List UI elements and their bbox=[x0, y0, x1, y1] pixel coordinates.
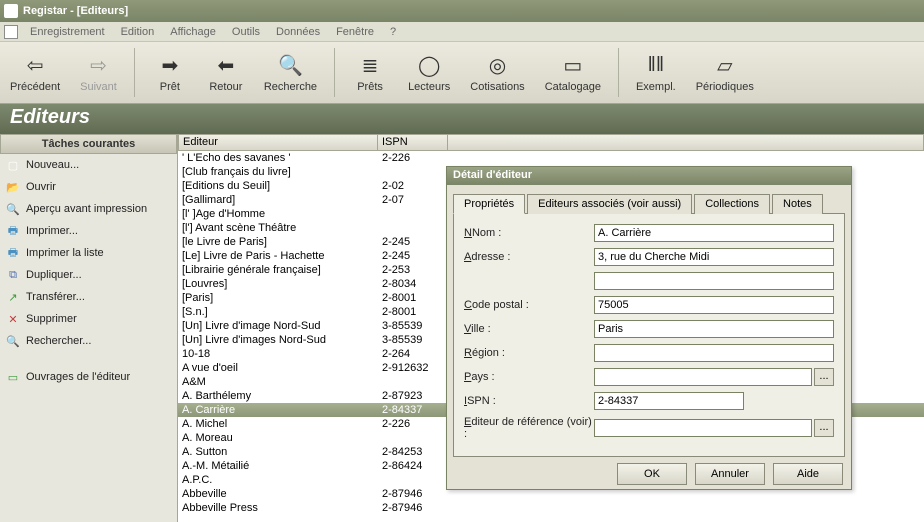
menu-données[interactable]: Données bbox=[268, 24, 328, 40]
sidebar-new-icon: ▢ bbox=[6, 158, 20, 172]
readers-button-icon: ◯ bbox=[416, 53, 442, 79]
ok-button[interactable]: OK bbox=[617, 463, 687, 485]
tab-notes[interactable]: Notes bbox=[772, 194, 823, 214]
search-button[interactable]: 🔍Recherche bbox=[254, 42, 327, 103]
copies-button-icon: ‖‖ bbox=[643, 53, 669, 79]
sidebar-header: Tâches courantes bbox=[0, 134, 177, 154]
sidebar-print-list[interactable]: 🖶Imprimer la liste bbox=[0, 242, 177, 264]
label-pays: Pays : bbox=[464, 371, 594, 383]
back-button-icon: ⇦ bbox=[22, 53, 48, 79]
sidebar-duplicate[interactable]: ⧉Dupliquer... bbox=[0, 264, 177, 286]
copies-button[interactable]: ‖‖Exempl. bbox=[626, 42, 686, 103]
dialog-title: Détail d'éditeur bbox=[447, 167, 851, 185]
menu-icon[interactable] bbox=[4, 25, 18, 39]
tab-associated[interactable]: Editeurs associés (voir aussi) bbox=[527, 194, 692, 214]
sidebar-open-icon: 📂 bbox=[6, 180, 20, 194]
tab-panel: NNom : Adresse : Code postal : Ville : bbox=[453, 213, 845, 457]
sidebar-delete[interactable]: ✕Supprimer bbox=[0, 308, 177, 330]
sidebar-works[interactable]: ▭Ouvrages de l'éditeur bbox=[0, 366, 177, 388]
menu-?[interactable]: ? bbox=[382, 24, 404, 40]
sidebar-print[interactable]: 🖶Imprimer... bbox=[0, 220, 177, 242]
main-grid: Editeur ISPN ' L'Echo des savanes '2-226… bbox=[178, 134, 924, 522]
sidebar-transfer-icon: ↗ bbox=[6, 290, 20, 304]
help-button[interactable]: Aide bbox=[773, 463, 843, 485]
input-pays[interactable] bbox=[594, 368, 812, 386]
table-row[interactable]: Abbeville Press2-87946 bbox=[178, 501, 924, 515]
title-bar: Registar - [Editeurs] bbox=[0, 0, 924, 22]
dues-button[interactable]: ◎Cotisations bbox=[460, 42, 534, 103]
sidebar-preview[interactable]: 🔍Aperçu avant impression bbox=[0, 198, 177, 220]
loans-button[interactable]: ≣Prêts bbox=[342, 42, 398, 103]
sidebar-open[interactable]: 📂Ouvrir bbox=[0, 176, 177, 198]
sidebar-search[interactable]: 🔍Rechercher... bbox=[0, 330, 177, 352]
periodicals-button-icon: ▱ bbox=[712, 53, 738, 79]
tab-collections[interactable]: Collections bbox=[694, 194, 770, 214]
menu-edition[interactable]: Edition bbox=[113, 24, 163, 40]
forward-button-icon: ⇨ bbox=[86, 53, 112, 79]
search-button-icon: 🔍 bbox=[277, 53, 303, 79]
sidebar-works-icon: ▭ bbox=[6, 370, 20, 384]
catalog-button-icon: ▭ bbox=[560, 53, 586, 79]
editor-detail-dialog: Détail d'éditeur Propriétés Editeurs ass… bbox=[446, 166, 852, 490]
input-nom[interactable] bbox=[594, 224, 834, 242]
toolbar: ⇦Précédent⇨Suivant ➡Prêt⬅Retour🔍Recherche… bbox=[0, 42, 924, 104]
sidebar-print-list-icon: 🖶 bbox=[6, 246, 20, 260]
label-ispn: ISPN : bbox=[464, 395, 594, 407]
back-button[interactable]: ⇦Précédent bbox=[0, 42, 70, 103]
loan-button[interactable]: ➡Prêt bbox=[142, 42, 198, 103]
loan-button-icon: ➡ bbox=[157, 53, 183, 79]
app-icon bbox=[4, 4, 18, 18]
menu-affichage[interactable]: Affichage bbox=[162, 24, 224, 40]
input-ref[interactable] bbox=[594, 419, 812, 437]
sidebar-new[interactable]: ▢Nouveau... bbox=[0, 154, 177, 176]
return-button-icon: ⬅ bbox=[213, 53, 239, 79]
col-blank bbox=[448, 134, 924, 151]
catalog-button[interactable]: ▭Catalogage bbox=[535, 42, 611, 103]
sidebar-transfer[interactable]: ↗Transférer... bbox=[0, 286, 177, 308]
sidebar-search-icon: 🔍 bbox=[6, 334, 20, 348]
sidebar-delete-icon: ✕ bbox=[6, 312, 20, 326]
table-row[interactable]: ' L'Echo des savanes '2-226 bbox=[178, 151, 924, 165]
readers-button[interactable]: ◯Lecteurs bbox=[398, 42, 460, 103]
label-cp: Code postal : bbox=[464, 299, 594, 311]
label-nom: NNom : bbox=[464, 227, 594, 239]
forward-button[interactable]: ⇨Suivant bbox=[70, 42, 127, 103]
browse-ref-button[interactable]: ... bbox=[814, 419, 834, 437]
grid-header: Editeur ISPN bbox=[178, 134, 924, 151]
cancel-button[interactable]: Annuler bbox=[695, 463, 765, 485]
window-title: Registar - [Editeurs] bbox=[23, 5, 128, 17]
label-ville: Ville : bbox=[464, 323, 594, 335]
input-adresse[interactable] bbox=[594, 248, 834, 266]
label-region: Région : bbox=[464, 347, 594, 359]
input-adresse2[interactable] bbox=[594, 272, 834, 290]
sidebar-preview-icon: 🔍 bbox=[6, 202, 20, 216]
dues-button-icon: ◎ bbox=[484, 53, 510, 79]
input-cp[interactable] bbox=[594, 296, 834, 314]
return-button[interactable]: ⬅Retour bbox=[198, 42, 254, 103]
col-ispn[interactable]: ISPN bbox=[378, 134, 448, 151]
input-ispn[interactable] bbox=[594, 392, 744, 410]
periodicals-button[interactable]: ▱Périodiques bbox=[686, 42, 764, 103]
label-ref: Editeur de référence (voir) : bbox=[464, 416, 594, 440]
loans-button-icon: ≣ bbox=[357, 53, 383, 79]
input-ville[interactable] bbox=[594, 320, 834, 338]
menu-fenêtre[interactable]: Fenêtre bbox=[328, 24, 382, 40]
menu-enregistrement[interactable]: Enregistrement bbox=[22, 24, 113, 40]
sidebar-duplicate-icon: ⧉ bbox=[6, 268, 20, 282]
input-region[interactable] bbox=[594, 344, 834, 362]
dialog-tabs: Propriétés Editeurs associés (voir aussi… bbox=[453, 193, 845, 213]
menu-bar: EnregistrementEditionAffichageOutilsDonn… bbox=[0, 22, 924, 42]
dialog-buttons: OK Annuler Aide bbox=[447, 457, 851, 491]
tab-properties[interactable]: Propriétés bbox=[453, 194, 525, 214]
col-editeur[interactable]: Editeur bbox=[178, 134, 378, 151]
browse-pays-button[interactable]: ... bbox=[814, 368, 834, 386]
label-adresse: Adresse : bbox=[464, 251, 594, 263]
page-header: Editeurs bbox=[0, 104, 924, 134]
menu-outils[interactable]: Outils bbox=[224, 24, 268, 40]
sidebar-print-icon: 🖶 bbox=[6, 224, 20, 238]
sidebar: Tâches courantes ▢Nouveau...📂Ouvrir🔍Aper… bbox=[0, 134, 178, 522]
